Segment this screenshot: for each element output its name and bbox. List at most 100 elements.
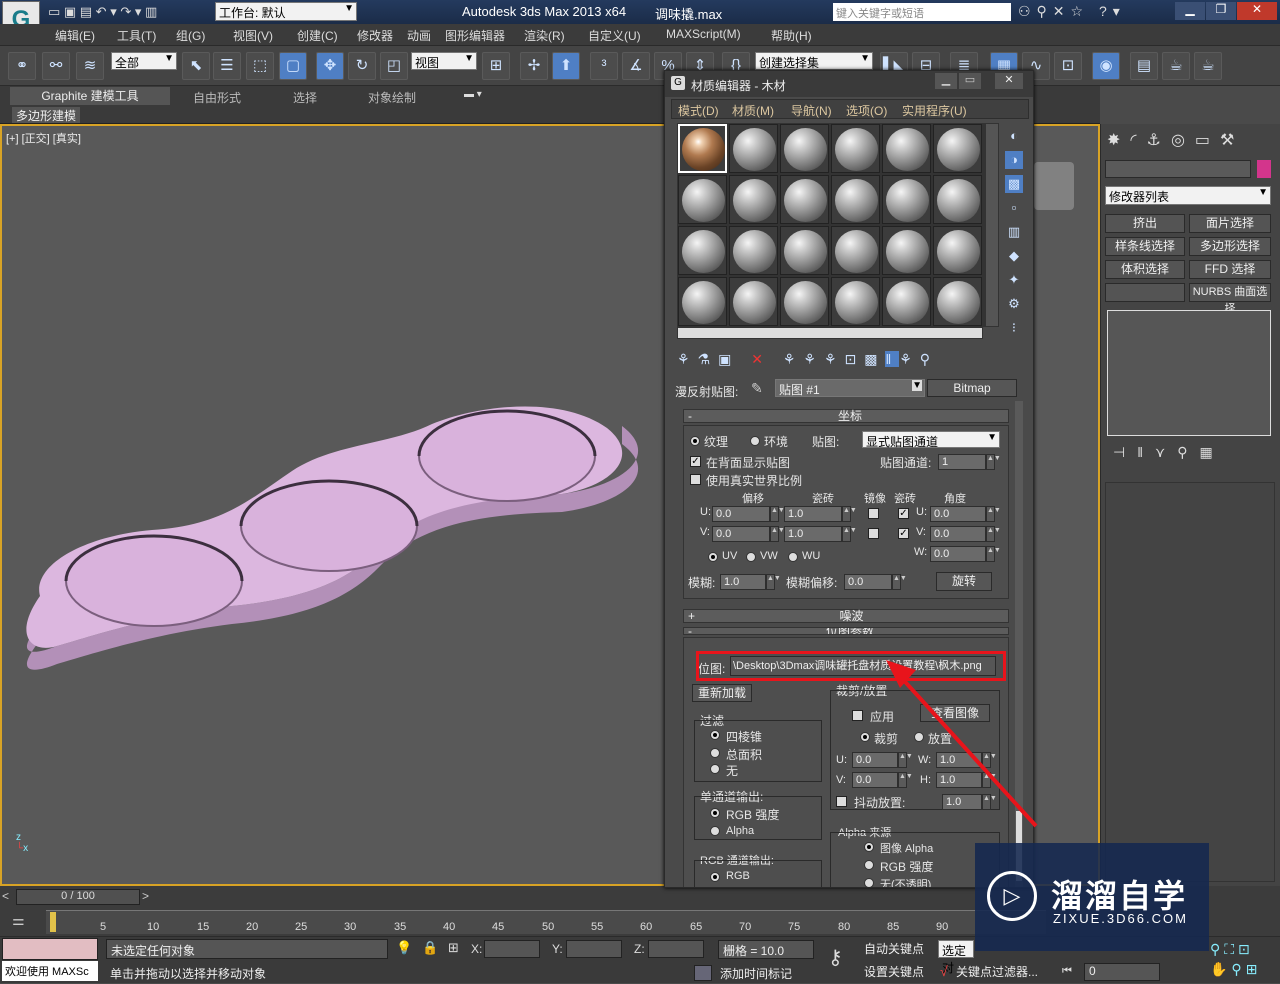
- command-tabs[interactable]: ✸◜⚓◎▭⚒: [1107, 130, 1244, 150]
- sample-slot[interactable]: [933, 124, 982, 173]
- apply-crop-checkbox[interactable]: [852, 710, 863, 721]
- u-mirror-checkbox[interactable]: [868, 508, 879, 519]
- window-crossing-icon[interactable]: ▢: [279, 52, 307, 80]
- sample-slot[interactable]: [831, 175, 880, 224]
- options-icon[interactable]: ✦: [1005, 271, 1023, 289]
- slots-vertical-scrollbar[interactable]: [985, 123, 999, 327]
- sample-slot[interactable]: [678, 277, 727, 326]
- sample-slot[interactable]: [933, 277, 982, 326]
- bitmap-params-rollout-header[interactable]: - 位图参数: [683, 627, 1009, 635]
- noise-rollout-header[interactable]: + 噪波: [683, 609, 1009, 623]
- w-angle-input[interactable]: 0.0: [930, 546, 986, 562]
- z-coord-field[interactable]: [648, 940, 704, 958]
- uv-radio[interactable]: [708, 552, 718, 562]
- v-angle-input[interactable]: 0.0: [930, 526, 986, 542]
- playback-icons[interactable]: ⏮: [1062, 965, 1072, 978]
- minimize-button[interactable]: ▁: [1175, 2, 1205, 20]
- unlink-icon[interactable]: ⚯: [42, 52, 70, 80]
- w-angle-spinner[interactable]: ▲▼: [986, 546, 1001, 562]
- v-offset-input[interactable]: 0.0: [712, 526, 770, 542]
- sample-slot[interactable]: [882, 277, 931, 326]
- ribbon-options-icon[interactable]: ▬ ▾: [464, 89, 482, 100]
- time-slider-next[interactable]: >: [142, 889, 156, 905]
- object-color-swatch[interactable]: [1257, 160, 1271, 178]
- map-channel-spinner[interactable]: ▲▼: [986, 454, 1001, 470]
- modifier-empty-button[interactable]: [1105, 283, 1185, 302]
- modifier-patch-select-button[interactable]: 面片选择: [1189, 214, 1271, 233]
- object-name-field[interactable]: [1105, 160, 1251, 178]
- mated-minimize-button[interactable]: ▁: [935, 73, 957, 89]
- sample-slot[interactable]: [729, 226, 778, 275]
- wu-radio[interactable]: [788, 552, 798, 562]
- coordinates-rollout-header[interactable]: - 坐标: [683, 409, 1009, 423]
- ribbon-tab-object-paint[interactable]: 对象绘制: [368, 89, 416, 106]
- material-editor-icon[interactable]: ◉: [1092, 52, 1120, 80]
- modifier-nurbs-select-button[interactable]: NURBS 曲面选择: [1189, 283, 1271, 315]
- sample-slot[interactable]: [780, 277, 829, 326]
- backlight-icon[interactable]: ◑: [1005, 151, 1023, 169]
- isolate-icon[interactable]: 💡: [396, 940, 412, 956]
- u-tiling-spinner[interactable]: ▲▼: [842, 506, 857, 522]
- trackbar-icon[interactable]: ⚌: [12, 912, 25, 929]
- sample-slot[interactable]: [729, 277, 778, 326]
- u-tiling-input[interactable]: 1.0: [784, 506, 842, 522]
- ribbon-subtab-poly-modeling[interactable]: 多边形建模: [12, 107, 80, 123]
- sample-slot[interactable]: [678, 124, 727, 173]
- mated-menu-navigation[interactable]: 导航(N): [791, 102, 832, 119]
- modifier-spline-select-button[interactable]: 样条线选择: [1105, 237, 1185, 256]
- search-input[interactable]: 键入关键字或短语: [833, 3, 1011, 21]
- mated-menu-options[interactable]: 选项(O): [846, 102, 887, 119]
- modifier-poly-select-button[interactable]: 多边形选择: [1189, 237, 1271, 256]
- sample-slot[interactable]: [678, 175, 727, 224]
- set-key-icon[interactable]: √: [940, 963, 948, 979]
- schematic-view-icon[interactable]: ⊡: [1054, 52, 1082, 80]
- menu-create[interactable]: 创建(C): [297, 27, 338, 44]
- jitter-checkbox[interactable]: [836, 796, 847, 807]
- x-coord-field[interactable]: [484, 940, 540, 958]
- close-button[interactable]: ✕: [1237, 2, 1277, 20]
- rgb-intensity-radio[interactable]: [710, 808, 720, 818]
- alpha-radio[interactable]: [710, 826, 720, 836]
- viewcube[interactable]: [1034, 162, 1074, 210]
- blur-offset-spinner[interactable]: ▲▼: [892, 574, 907, 590]
- maxscript-listener-mini[interactable]: [2, 938, 98, 960]
- blur-spinner[interactable]: ▲▼: [766, 574, 781, 590]
- u-offset-spinner[interactable]: ▲▼: [770, 506, 785, 522]
- sample-slot[interactable]: [729, 124, 778, 173]
- sample-slot[interactable]: [933, 226, 982, 275]
- render-production-icon[interactable]: ☕: [1194, 52, 1222, 80]
- u-angle-spinner[interactable]: ▲▼: [986, 506, 1001, 522]
- sample-slot[interactable]: [729, 175, 778, 224]
- filter-none-radio[interactable]: [710, 764, 720, 774]
- ribbon-tab-selection[interactable]: 选择: [293, 89, 317, 106]
- v-offset-spinner[interactable]: ▲▼: [770, 526, 785, 542]
- menu-tools[interactable]: 工具(T): [117, 27, 156, 44]
- sample-slot[interactable]: [780, 175, 829, 224]
- workspace-dropdown[interactable]: 工作台: 默认 ▼: [215, 2, 357, 21]
- nav-controls[interactable]: ⚲⛶⊡ ✋⚲⊞: [1210, 939, 1261, 979]
- sample-type-icon[interactable]: ◐: [1005, 127, 1023, 145]
- real-world-scale-checkbox[interactable]: [690, 474, 701, 485]
- rendered-frame-icon[interactable]: ☕: [1162, 52, 1190, 80]
- mapping-dropdown[interactable]: 显式贴图通道 ▼: [862, 431, 1000, 449]
- add-time-tag[interactable]: 添加时间标记: [720, 965, 792, 982]
- slots-horizontal-scrollbar[interactable]: [677, 327, 983, 339]
- v-tiling-input[interactable]: 1.0: [784, 526, 842, 542]
- stack-tool-icons[interactable]: ⊣‖⋎⚲▦: [1113, 444, 1225, 461]
- sample-slot[interactable]: [882, 175, 931, 224]
- angle-snap-icon[interactable]: ∡: [622, 52, 650, 80]
- v-tiling-spinner[interactable]: ▲▼: [842, 526, 857, 542]
- rect-selection-icon[interactable]: ⬚: [246, 52, 274, 80]
- select-object-icon[interactable]: ⬉: [182, 52, 210, 80]
- material-editor-titlebar[interactable]: G 材质编辑器 - 木材 ▁ ▭ ✕: [665, 71, 1033, 97]
- v-angle-spinner[interactable]: ▲▼: [986, 526, 1001, 542]
- vw-radio[interactable]: [746, 552, 756, 562]
- current-frame-marker[interactable]: [50, 912, 56, 932]
- mated-menu-utilities[interactable]: 实用程序(U): [902, 102, 967, 119]
- menu-help[interactable]: 帮助(H): [771, 27, 812, 44]
- menu-views[interactable]: 视图(V): [233, 27, 273, 44]
- sample-slot[interactable]: [831, 226, 880, 275]
- link-icon[interactable]: ⚭: [8, 52, 36, 80]
- show-map-on-back-checkbox[interactable]: ✓: [690, 456, 701, 467]
- menu-customize[interactable]: 自定义(U): [588, 27, 641, 44]
